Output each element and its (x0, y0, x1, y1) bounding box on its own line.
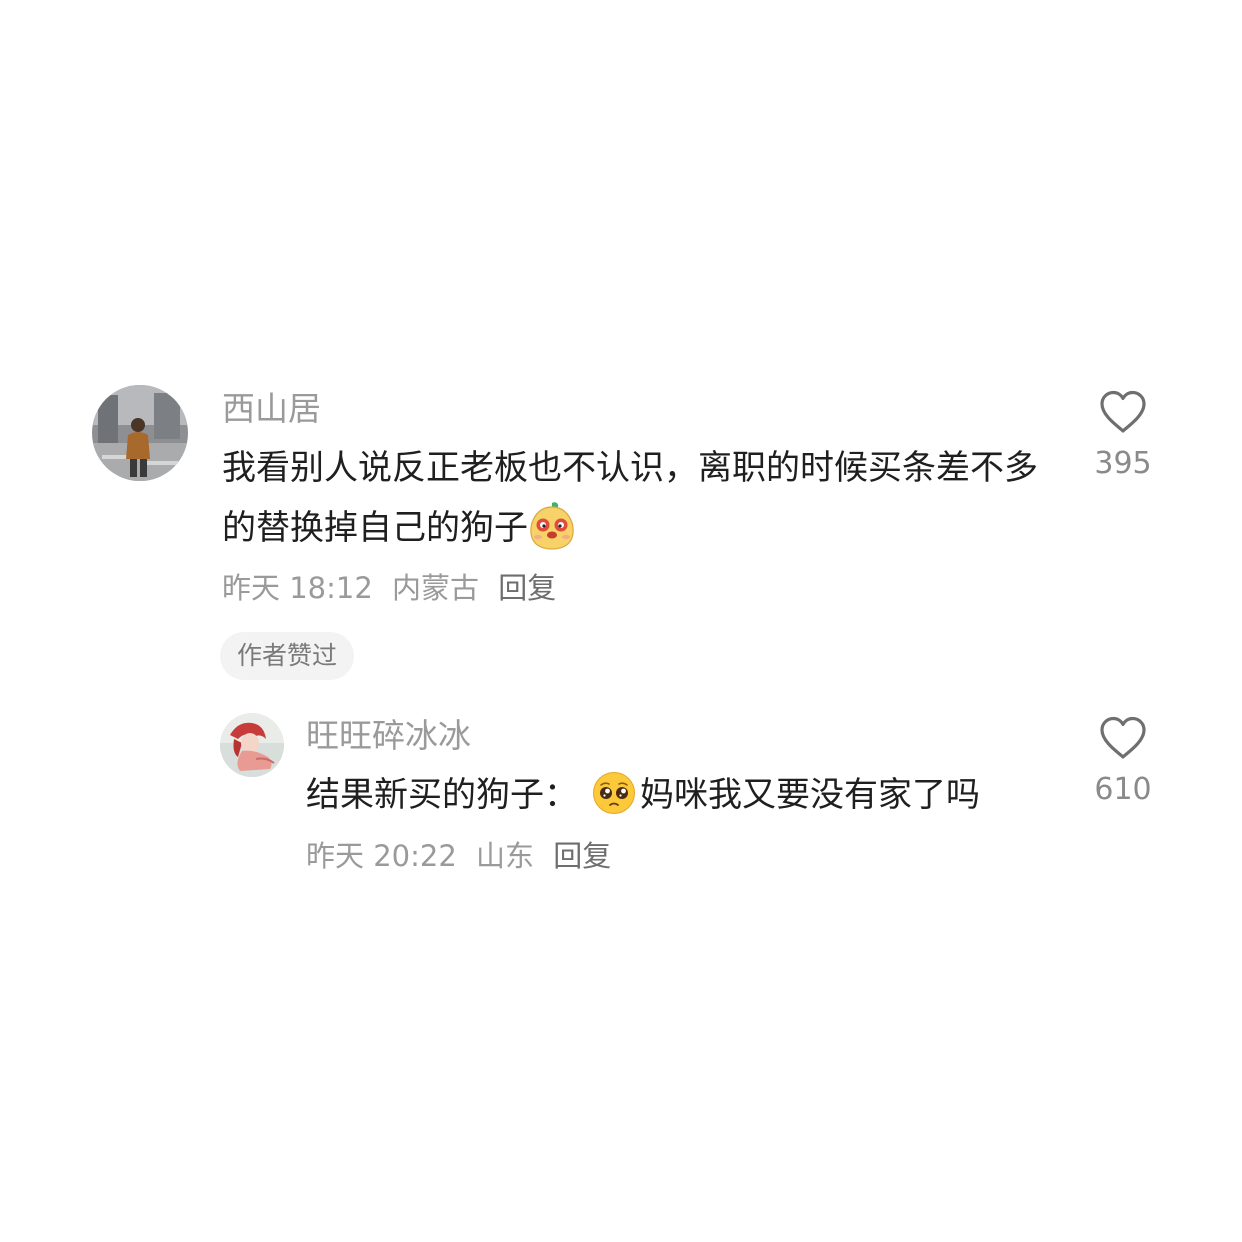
heart-icon (1100, 716, 1146, 759)
comment-text-content: 我看别人说反正老板也不认识，离职的时候买条差不多的替换掉自己的狗子 (222, 448, 1038, 548)
comment-text: 结果新买的狗子： 妈咪我又要没有家了吗 (306, 765, 1066, 825)
reply-button[interactable]: 回复 (498, 571, 556, 605)
sticker-emoji-icon (528, 501, 576, 551)
comment-meta: 昨天 18:12 内蒙古 回复 (222, 570, 566, 606)
comment-location: 内蒙古 (392, 571, 480, 605)
comment-location: 山东 (476, 839, 535, 873)
avatar-photo (92, 385, 188, 481)
username[interactable]: 西山居 (222, 389, 321, 429)
author-liked-badge: 作者赞过 (220, 632, 355, 680)
like-button[interactable]: 610 (1083, 716, 1163, 808)
pleading-face-emoji-icon (592, 771, 636, 815)
comment-time: 昨天 18:12 (222, 571, 373, 605)
heart-icon (1100, 390, 1146, 433)
like-count: 610 (1094, 772, 1152, 807)
like-button[interactable]: 395 (1083, 390, 1163, 482)
like-count: 395 (1094, 446, 1152, 481)
avatar[interactable] (220, 713, 284, 777)
avatar[interactable] (92, 385, 188, 481)
comment-meta: 昨天 20:22 山东 回复 (306, 838, 621, 874)
reply-button[interactable]: 回复 (553, 839, 611, 873)
comment-time: 昨天 20:22 (306, 839, 457, 873)
avatar-illustration (220, 713, 284, 777)
comment-text-tail: 妈咪我又要没有家了吗 (640, 775, 980, 815)
comment-text: 我看别人说反正老板也不认识，离职的时候买条差不多的替换掉自己的狗子 (222, 438, 1042, 558)
username[interactable]: 旺旺碎冰冰 (306, 716, 471, 756)
comment-text-content: 结果新买的狗子： (306, 775, 578, 815)
